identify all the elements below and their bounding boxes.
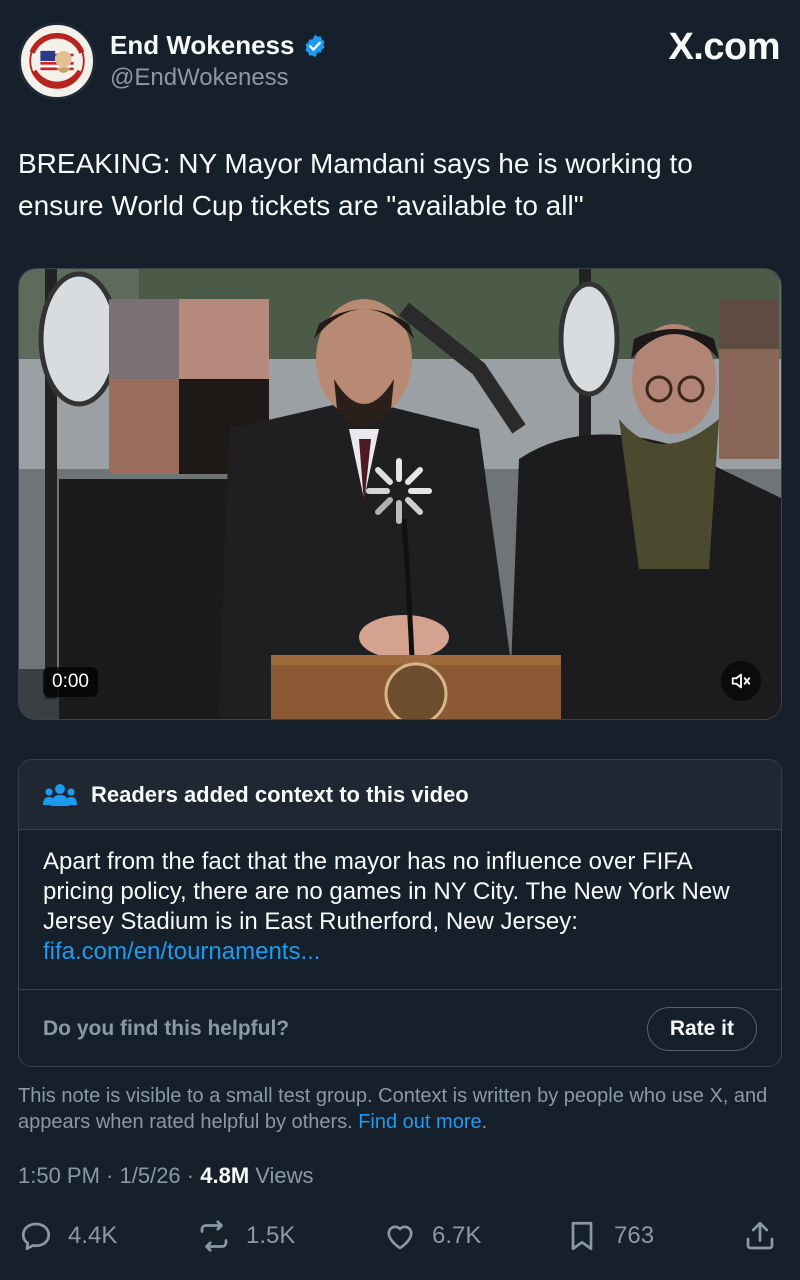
mute-button[interactable] xyxy=(721,661,761,701)
post-date[interactable]: 1/5/26 xyxy=(120,1163,181,1188)
heart-icon xyxy=(387,1225,413,1250)
meta-separator: · xyxy=(180,1163,201,1188)
repost-icon xyxy=(200,1220,228,1252)
tweet-text: BREAKING: NY Mayor Mamdani says he is wo… xyxy=(18,148,693,221)
like-button[interactable]: 6.7K xyxy=(382,1218,481,1254)
community-note-footer: Do you find this helpful? Rate it xyxy=(19,989,781,1067)
video-frame xyxy=(19,269,781,719)
tweet-header: End Wokeness @EndWokeness X.com xyxy=(18,22,782,102)
repost-count: 1.5K xyxy=(246,1222,296,1249)
disclaimer-end: . xyxy=(481,1111,488,1133)
video-player[interactable]: 0:00 xyxy=(18,268,782,720)
brand-watermark: X.com xyxy=(668,26,780,68)
reply-icon xyxy=(21,1222,51,1251)
views-count[interactable]: 4.8M xyxy=(200,1163,249,1188)
mute-icon xyxy=(731,673,751,689)
reply-count: 4.4K xyxy=(68,1222,118,1249)
community-note-link[interactable]: fifa.com/en/tournaments... xyxy=(43,938,320,965)
views-label: Views xyxy=(249,1163,314,1188)
people-icon xyxy=(43,783,77,806)
avatar-image xyxy=(22,26,92,96)
note-disclaimer: This note is visible to a small test gro… xyxy=(18,1083,782,1135)
meta-separator: · xyxy=(99,1163,120,1188)
community-note-header: Readers added context to this video xyxy=(19,760,781,830)
reply-button[interactable]: 4.4K xyxy=(18,1218,117,1254)
rate-it-button[interactable]: Rate it xyxy=(646,1006,757,1051)
bookmark-count: 763 xyxy=(614,1222,655,1249)
bookmark-icon xyxy=(571,1221,593,1251)
tweet-meta: 1:50 PM · 1/5/26 · 4.8M Views xyxy=(18,1163,314,1189)
post-time[interactable]: 1:50 PM xyxy=(18,1163,100,1188)
community-note-text: Apart from the fact that the mayor has n… xyxy=(43,848,730,935)
bookmark-button[interactable]: 763 xyxy=(564,1218,654,1254)
handle[interactable]: @EndWokeness xyxy=(110,64,289,92)
share-icon xyxy=(746,1221,774,1250)
find-out-more-link[interactable]: Find out more xyxy=(358,1111,481,1133)
avatar[interactable] xyxy=(18,22,96,100)
repost-button[interactable]: 1.5K xyxy=(196,1218,295,1254)
action-bar: 4.4K 1.5K 6.7K 763 xyxy=(18,1218,782,1266)
community-note-body: Apart from the fact that the mayor has n… xyxy=(19,830,781,990)
community-note: Readers added context to this video Apar… xyxy=(18,759,782,1067)
share-button[interactable] xyxy=(742,1218,778,1254)
helpful-question: Do you find this helpful? xyxy=(43,1016,290,1040)
community-note-title: Readers added context to this video xyxy=(91,781,469,807)
video-timestamp: 0:00 xyxy=(43,667,98,697)
display-name[interactable]: End Wokeness xyxy=(110,30,294,61)
verified-badge-icon xyxy=(305,34,326,57)
like-count: 6.7K xyxy=(432,1222,482,1249)
